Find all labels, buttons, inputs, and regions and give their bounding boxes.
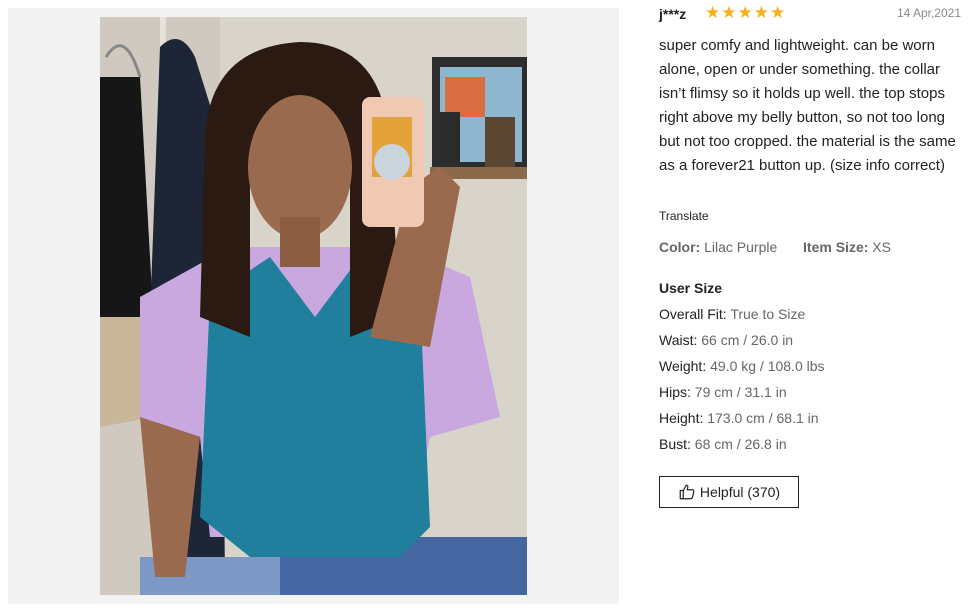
- review-text: super comfy and lightweight. can be worn…: [659, 37, 956, 174]
- star-icon: ★: [753, 3, 769, 22]
- customer-photo-illustration: [100, 17, 527, 595]
- star-rating: ★ ★ ★ ★ ★: [705, 4, 785, 22]
- size-row-weight: Weight: 49.0 kg / 108.0 lbs: [659, 357, 825, 383]
- star-icon: ★: [705, 3, 721, 22]
- size-label: Weight:: [659, 358, 707, 374]
- size-row-waist: Waist: 66 cm / 26.0 in: [659, 331, 825, 357]
- size-label: Waist:: [659, 332, 698, 348]
- size-value: 49.0 kg / 108.0 lbs: [710, 358, 825, 374]
- size-label: Overall Fit:: [659, 306, 727, 322]
- review-header: j***z ★ ★ ★ ★ ★ 14 Apr,2021: [659, 4, 961, 24]
- thumbs-up-icon: [678, 483, 696, 501]
- review-date: 14 Apr,2021: [896, 6, 961, 20]
- star-icon: ★: [770, 3, 786, 22]
- helpful-label: Helpful (370): [699, 484, 781, 500]
- size-label: Bust:: [659, 436, 691, 452]
- size-value: 66 cm / 26.0 in: [701, 332, 794, 348]
- item-size-value: XS: [872, 239, 891, 255]
- size-value: True to Size: [730, 306, 806, 322]
- size-row-overall-fit: Overall Fit: True to Size: [659, 305, 825, 331]
- translate-link[interactable]: Translate: [659, 209, 709, 223]
- review-photo[interactable]: [100, 17, 527, 595]
- color-label: Color:: [659, 239, 701, 255]
- size-value: 173.0 cm / 68.1 in: [707, 410, 819, 426]
- helpful-button[interactable]: Helpful (370): [659, 476, 799, 508]
- size-value: 68 cm / 26.8 in: [694, 436, 787, 452]
- size-value: 79 cm / 31.1 in: [694, 384, 787, 400]
- size-label: Height:: [659, 410, 704, 426]
- review-attributes: Color: Lilac Purple Item Size: XS: [659, 239, 891, 255]
- review-photo-panel: [8, 8, 619, 604]
- user-size-list: Overall Fit: True to Size Waist: 66 cm /…: [659, 305, 825, 461]
- star-icon: ★: [737, 3, 753, 22]
- star-icon: ★: [721, 3, 737, 22]
- review-page: j***z ★ ★ ★ ★ ★ 14 Apr,2021 super comfy …: [0, 0, 972, 609]
- color-value: Lilac Purple: [704, 239, 778, 255]
- user-size-title: User Size: [659, 280, 723, 296]
- size-label: Hips:: [659, 384, 691, 400]
- reviewer-name: j***z: [659, 6, 687, 22]
- item-size-label: Item Size:: [803, 239, 869, 255]
- review-content: j***z ★ ★ ★ ★ ★ 14 Apr,2021 super comfy …: [659, 0, 964, 609]
- size-row-bust: Bust: 68 cm / 26.8 in: [659, 435, 825, 461]
- size-row-height: Height: 173.0 cm / 68.1 in: [659, 409, 825, 435]
- size-row-hips: Hips: 79 cm / 31.1 in: [659, 383, 825, 409]
